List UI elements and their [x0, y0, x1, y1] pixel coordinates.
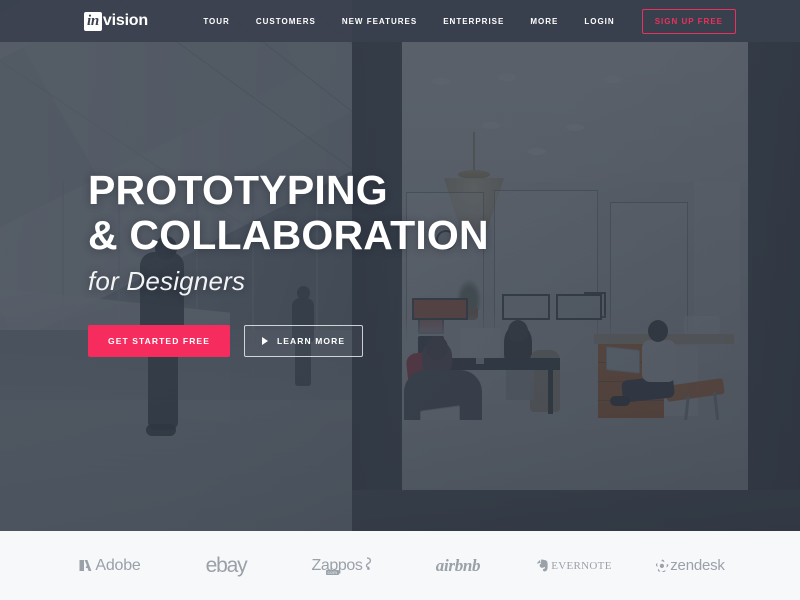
airbnb-label: airbnb	[435, 555, 481, 575]
brand-zappos[interactable]: Zappos com	[284, 546, 400, 586]
learn-more-label: LEARN MORE	[276, 336, 346, 346]
zappos-logo: Zappos com	[312, 557, 373, 575]
invision-landing-page: in vision TOUR CUSTOMERS NEW FEATURES ENT…	[0, 0, 800, 600]
brand-evernote[interactable]: EVERNOTE	[516, 546, 632, 586]
logo-vision-text: vision	[102, 12, 148, 29]
nav-more[interactable]: MORE	[517, 17, 571, 26]
nav-customers[interactable]: CUSTOMERS	[243, 17, 329, 26]
top-navigation-bar: in vision TOUR CUSTOMERS NEW FEATURES ENT…	[0, 0, 800, 42]
signup-free-button[interactable]: SIGN UP FREE	[641, 8, 736, 34]
adobe-a-mark-icon	[79, 559, 92, 572]
learn-more-button[interactable]: LEARN MORE	[243, 325, 364, 357]
evernote-label: EVERNOTE	[551, 559, 612, 572]
nav-tour[interactable]: TOUR	[190, 17, 243, 26]
elephant-icon	[537, 558, 548, 571]
brand-airbnb[interactable]: airbnb	[400, 546, 516, 586]
hero-cta-row: GET STARTED FREE LEARN MORE	[88, 325, 489, 357]
nav-enterprise[interactable]: ENTERPRISE	[430, 17, 517, 26]
hero-headline-line1: PROTOTYPING	[88, 167, 388, 213]
pinwheel-icon	[656, 559, 669, 572]
adobe-logo: Adobe	[79, 556, 141, 575]
evernote-logo: EVERNOTE	[536, 558, 612, 573]
hero-headline-line2: & COLLABORATION	[88, 212, 489, 258]
play-icon	[261, 337, 268, 345]
hero-section: in vision TOUR CUSTOMERS NEW FEATURES ENT…	[0, 0, 800, 531]
brand-ebay[interactable]: ebay	[168, 546, 284, 586]
logo-in-mark: in	[84, 11, 102, 31]
zappos-tail-icon	[366, 556, 372, 570]
nav-login[interactable]: LOGIN	[571, 17, 627, 26]
hero-subheadline: for Designers	[88, 266, 246, 296]
ebay-label: ebay	[205, 553, 248, 577]
site-logo[interactable]: in vision	[84, 11, 148, 31]
main-nav: TOUR CUSTOMERS NEW FEATURES ENTERPRISE M…	[190, 8, 736, 34]
get-started-free-button[interactable]: GET STARTED FREE	[88, 325, 230, 357]
zendesk-logo: zendesk	[655, 557, 725, 574]
customer-logo-bar: Adobe ebay Zappos com airbnb EVERNOTE ze…	[0, 531, 800, 600]
brand-zendesk[interactable]: zendesk	[632, 546, 748, 586]
brand-adobe[interactable]: Adobe	[52, 546, 168, 586]
nav-new-features[interactable]: NEW FEATURES	[329, 17, 430, 26]
adobe-label: Adobe	[95, 556, 141, 574]
zappos-com-badge: com	[325, 569, 340, 575]
hero-content: PROTOTYPING & COLLABORATION for Designer…	[88, 168, 489, 357]
zendesk-label: zendesk	[670, 557, 725, 574]
